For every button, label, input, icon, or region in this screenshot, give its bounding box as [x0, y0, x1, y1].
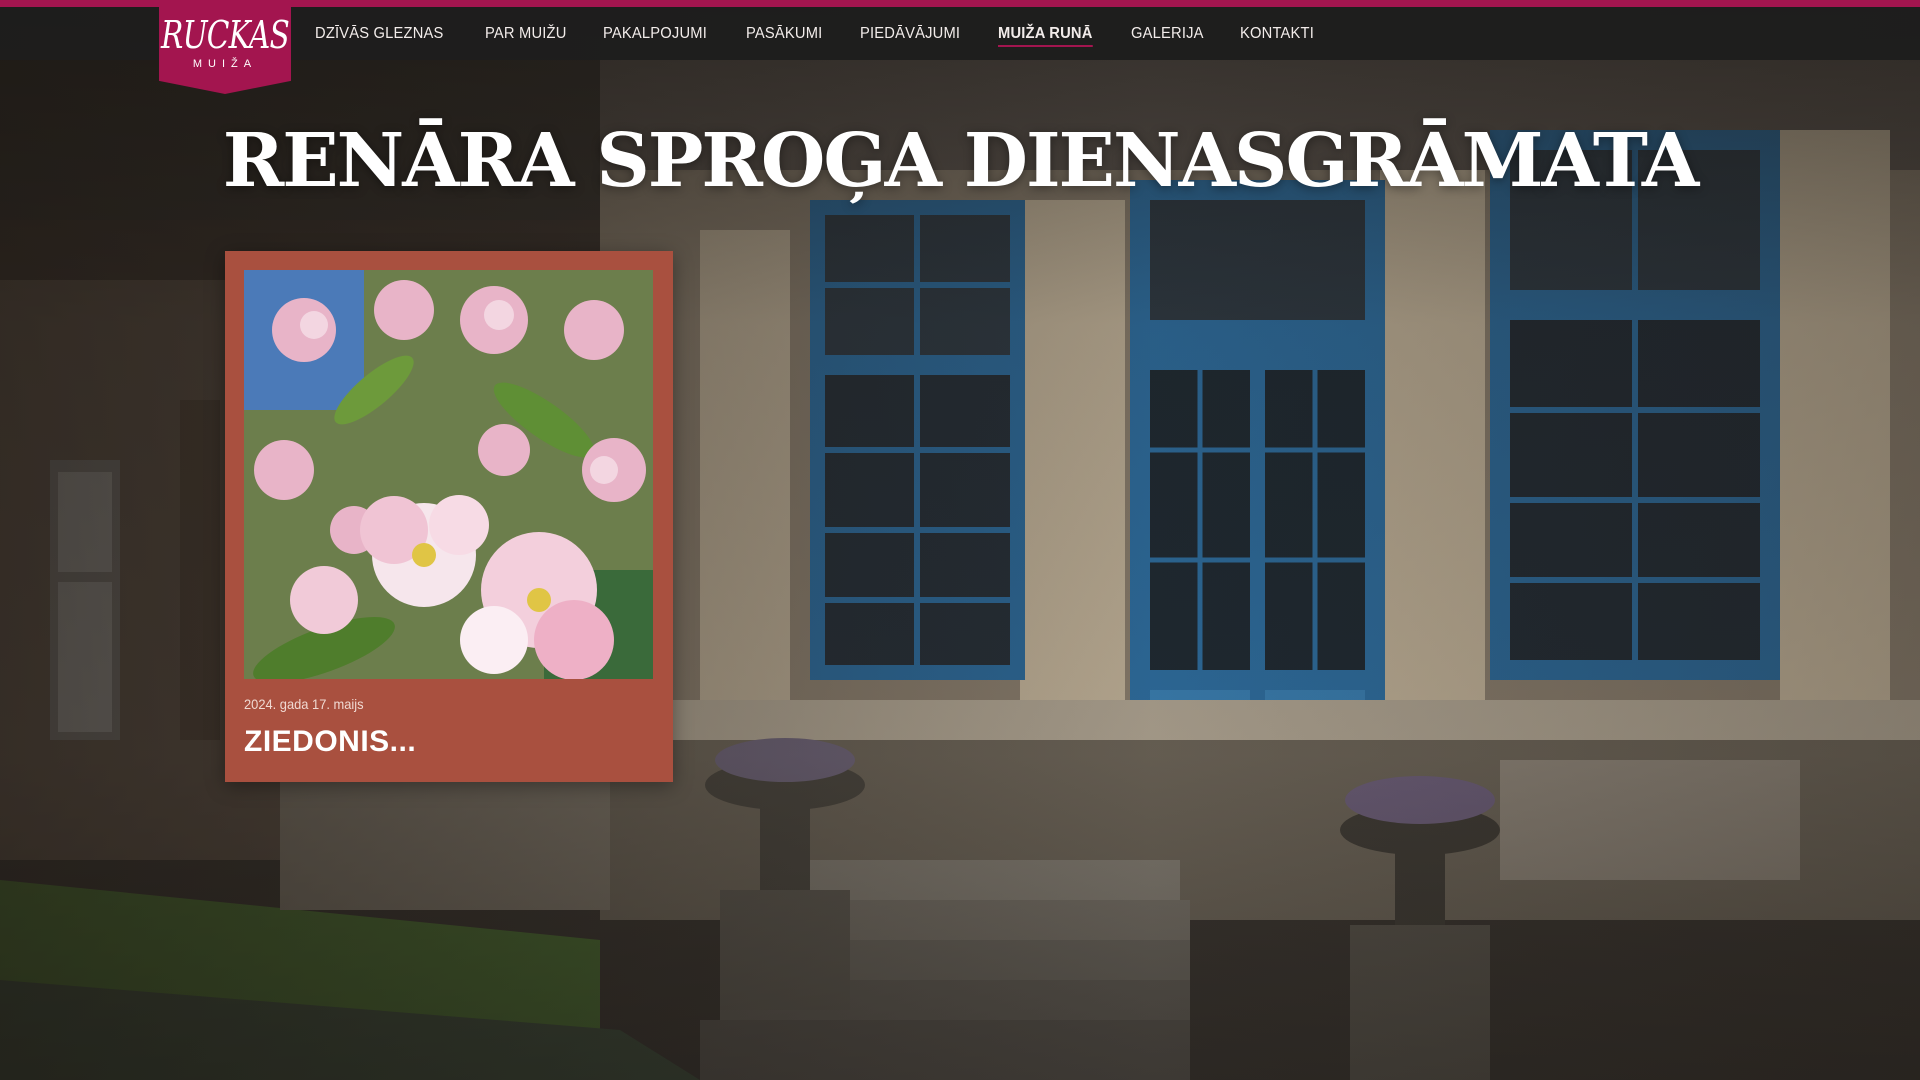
post-thumbnail[interactable] [244, 270, 653, 679]
logo-wordmark: RUCKAS [161, 13, 290, 57]
site-logo[interactable]: RUCKAS MUIŽA [159, 0, 291, 94]
main-menu: DZĪVĀS GLEZNAS PAR MUIŽU PAKALPOJUMI PAS… [300, 7, 1336, 60]
nav-item-piedavajumi[interactable]: PIEDĀVĀJUMI [860, 21, 960, 47]
page-title: RENĀRA SPROĢA DIENASGRĀMATA [222, 118, 1700, 204]
post-date: 2024. gada 17. maijs [244, 696, 364, 712]
apple-blossom-image [244, 270, 653, 679]
post-title[interactable]: ZIEDONIS... [244, 725, 416, 759]
blog-post-card[interactable]: 2024. gada 17. maijs ZIEDONIS... [225, 251, 673, 782]
nav-item-dzivas-gleznas[interactable]: DZĪVĀS GLEZNAS [315, 21, 444, 47]
nav-item-pakalpojumi[interactable]: PAKALPOJUMI [603, 21, 707, 47]
logo-subtitle: MUIŽA [192, 58, 258, 70]
nav-item-pasakumi[interactable]: PASĀKUMI [746, 21, 822, 47]
nav-item-muiza-runa[interactable]: MUIŽA RUNĀ [998, 21, 1093, 47]
nav-item-par-muizu[interactable]: PAR MUIŽU [485, 21, 567, 47]
nav-item-kontakti[interactable]: KONTAKTI [1240, 21, 1314, 47]
nav-item-galerija[interactable]: GALERIJA [1131, 21, 1204, 47]
